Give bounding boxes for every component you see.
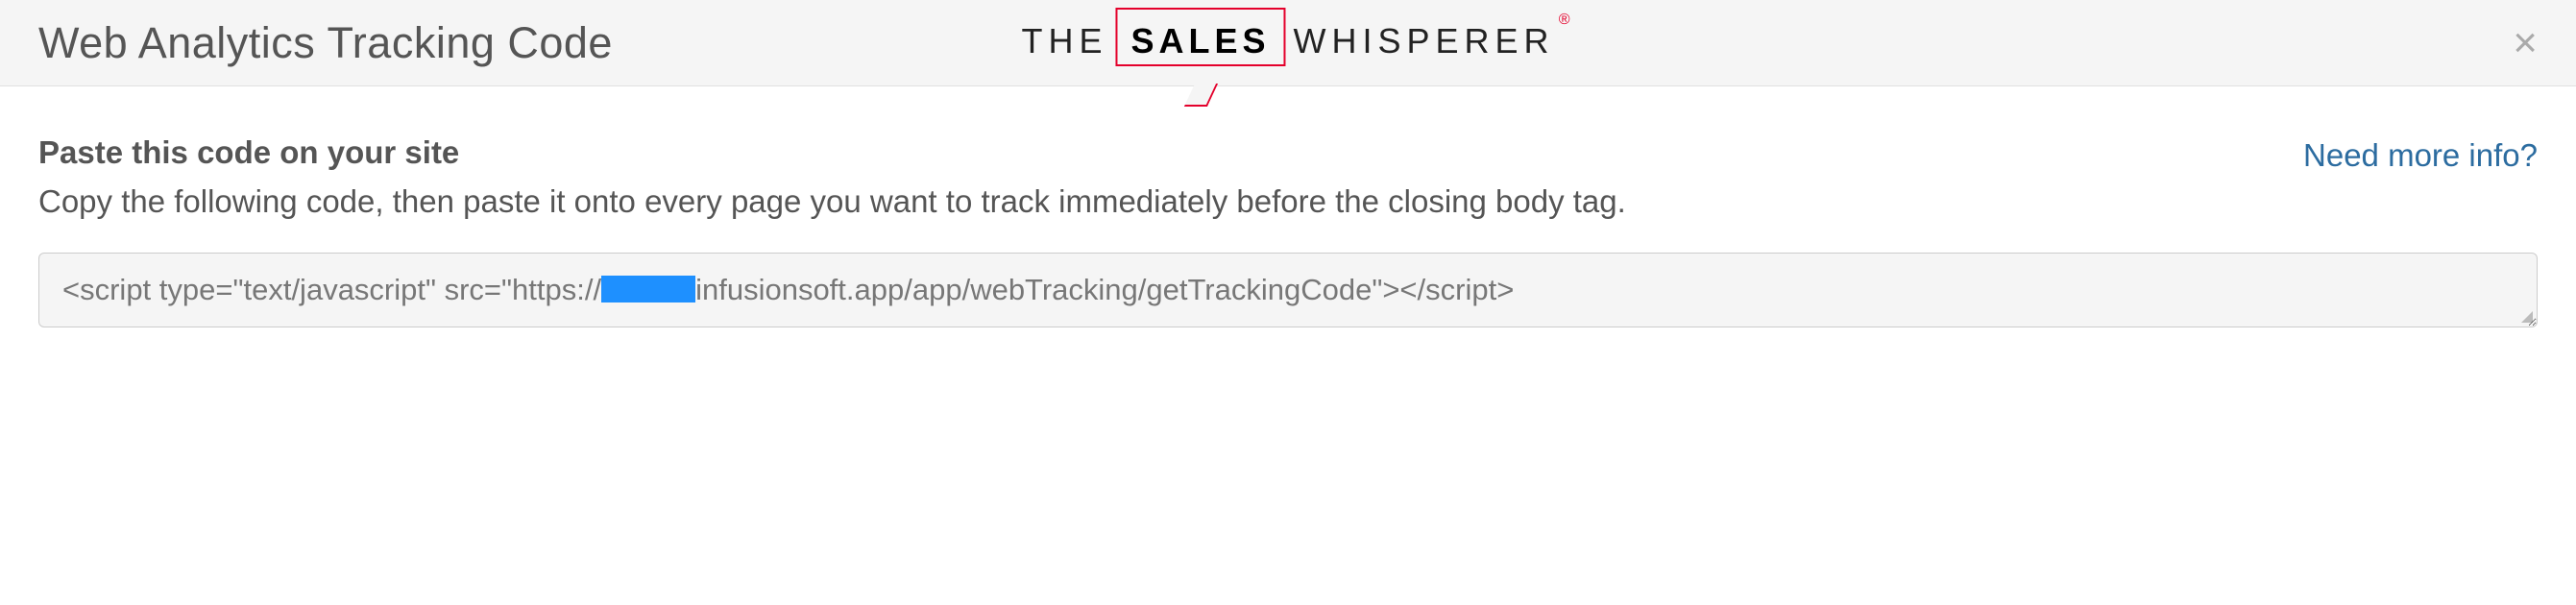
close-icon: ×: [2513, 19, 2538, 66]
logo-sales-text: SALES: [1125, 21, 1276, 60]
brand-logo: THE SALES WHISPERER ®: [1021, 21, 1554, 61]
code-prefix-text: <script type="text/javascript" src="http…: [62, 273, 601, 306]
modal-header: Web Analytics Tracking Code THE SALES WH…: [0, 0, 2576, 86]
section-heading: Paste this code on your site: [38, 134, 2265, 171]
section-description: Copy the following code, then paste it o…: [38, 181, 2209, 224]
tracking-code-field[interactable]: <script type="text/javascript" src="http…: [38, 253, 2538, 327]
code-suffix-text: infusionsoft.app/app/webTracking/getTrac…: [695, 273, 1514, 306]
registered-mark-icon: ®: [1559, 12, 1576, 29]
close-button[interactable]: ×: [2513, 22, 2538, 64]
logo-whisperer-text: WHISPERER ®: [1294, 21, 1555, 61]
modal-body: Paste this code on your site Copy the fo…: [0, 86, 2576, 356]
help-link[interactable]: Need more info?: [2265, 134, 2538, 178]
page-title: Web Analytics Tracking Code: [38, 18, 613, 68]
redacted-subdomain: [601, 276, 695, 302]
logo-the-text: THE: [1021, 21, 1107, 61]
logo-whisperer-label: WHISPERER: [1294, 21, 1555, 60]
logo-sales-box: SALES: [1125, 21, 1276, 61]
